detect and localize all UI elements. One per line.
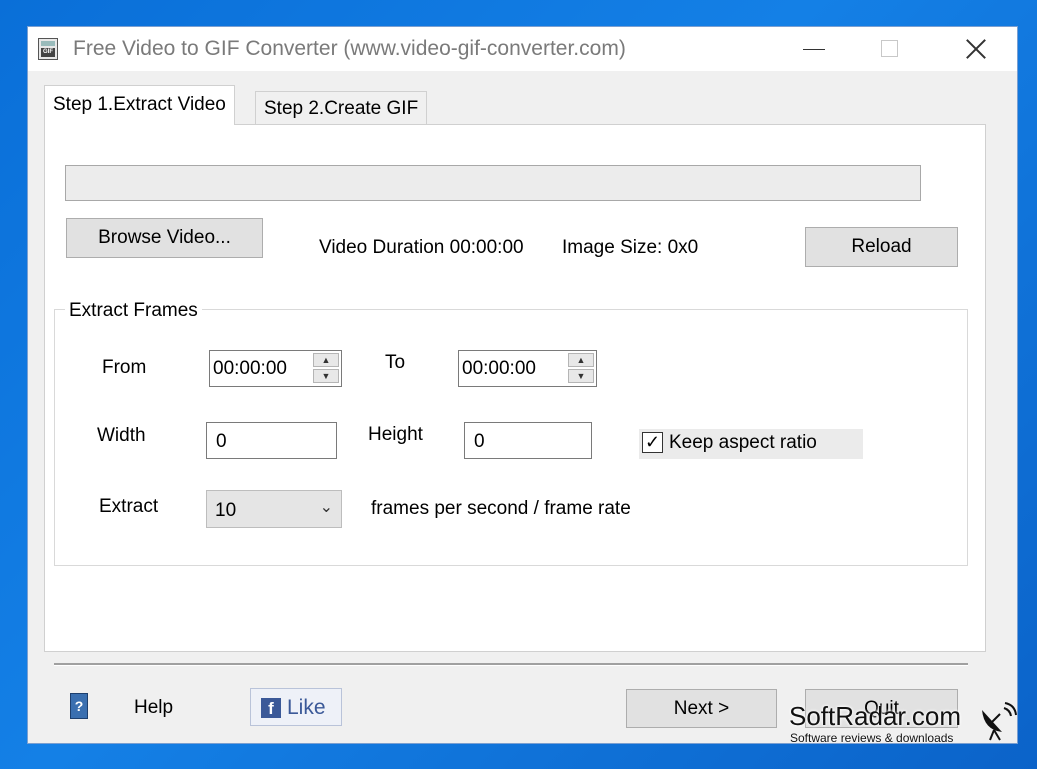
gif-app-icon: GIF <box>38 38 58 60</box>
window-title: Free Video to GIF Converter (www.video-g… <box>73 37 626 60</box>
maximize-icon <box>881 40 898 57</box>
height-label: Height <box>368 424 423 445</box>
facebook-like-button[interactable]: f Like <box>250 688 342 726</box>
from-time-spinner[interactable]: 00:00:00 ▲ ▼ <box>209 350 342 387</box>
watermark-tagline: Software reviews & downloads <box>790 731 954 745</box>
from-time-value: 00:00:00 <box>213 358 287 379</box>
minimize-button[interactable] <box>792 27 838 71</box>
watermark-name: SoftRadar.com <box>789 701 961 731</box>
app-window: GIF Free Video to GIF Converter (www.vid… <box>27 26 1018 744</box>
image-size-text: Image Size: 0x0 <box>562 237 699 258</box>
help-icon[interactable]: ? <box>70 693 88 719</box>
from-label: From <box>102 357 147 378</box>
extract-label: Extract <box>99 496 159 517</box>
maximize-button[interactable] <box>868 27 914 71</box>
frame-rate-value: 10 <box>215 500 237 521</box>
tab-create-gif[interactable]: Step 2.Create GIF <box>255 91 428 125</box>
chevron-down-icon: ⌄ <box>319 499 333 516</box>
reload-button[interactable]: Reload <box>805 227 958 267</box>
close-button[interactable] <box>953 27 999 71</box>
height-input[interactable]: 0 <box>464 422 592 459</box>
frame-rate-select[interactable]: 10 ⌄ <box>206 490 342 528</box>
spin-up-icon[interactable]: ▲ <box>313 353 339 367</box>
checkmark-icon[interactable]: ✓ <box>642 432 663 453</box>
facebook-icon: f <box>261 698 281 718</box>
width-input[interactable]: 0 <box>206 422 337 459</box>
satellite-dish-icon <box>982 702 1017 741</box>
next-button[interactable]: Next > <box>626 689 777 728</box>
minimize-icon <box>803 49 825 50</box>
width-label: Width <box>97 425 146 446</box>
to-time-spinner[interactable]: 00:00:00 ▲ ▼ <box>458 350 597 387</box>
extract-frames-label: Extract Frames <box>65 300 202 322</box>
help-link[interactable]: Help <box>134 697 173 719</box>
spin-down-icon[interactable]: ▼ <box>568 369 594 383</box>
to-time-value: 00:00:00 <box>462 358 536 379</box>
keep-aspect-ratio-checkbox[interactable]: ✓ Keep aspect ratio <box>639 429 863 459</box>
title-bar[interactable]: GIF Free Video to GIF Converter (www.vid… <box>28 27 1017 71</box>
frame-rate-suffix: frames per second / frame rate <box>371 498 631 519</box>
video-duration-text: Video Duration 00:00:00 <box>319 237 524 258</box>
to-label: To <box>385 352 406 373</box>
footer-divider <box>54 663 968 666</box>
spin-up-icon[interactable]: ▲ <box>568 353 594 367</box>
tab-extract-video[interactable]: Step 1.Extract Video <box>44 85 235 125</box>
browse-video-button[interactable]: Browse Video... <box>66 218 263 258</box>
video-path-field[interactable] <box>65 165 921 201</box>
spin-down-icon[interactable]: ▼ <box>313 369 339 383</box>
like-label: Like <box>287 696 326 719</box>
keep-aspect-ratio-label: Keep aspect ratio <box>669 432 817 453</box>
